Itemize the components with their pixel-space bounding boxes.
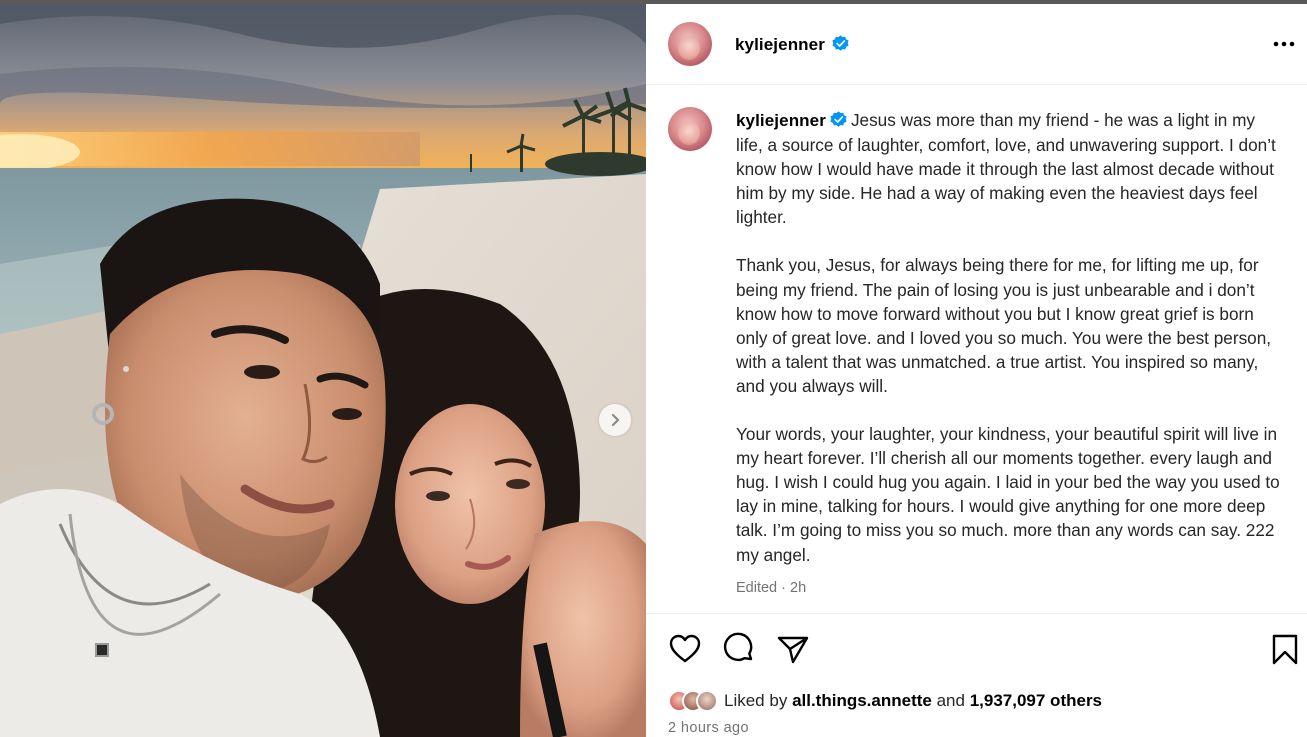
likes-text: Liked by all.things.annette and 1,937,09… bbox=[724, 691, 1102, 711]
verified-badge-icon bbox=[832, 35, 849, 51]
verified-badge-icon bbox=[830, 111, 847, 127]
caption-username[interactable]: kyliejenner bbox=[736, 111, 826, 130]
post-actions-bar bbox=[646, 632, 1307, 672]
post-timestamp[interactable]: 2 hours ago bbox=[668, 720, 749, 736]
chevron-right-icon bbox=[611, 413, 620, 427]
bookmark-icon[interactable] bbox=[1270, 632, 1300, 666]
photo-illustration bbox=[0, 4, 646, 737]
liked-by-user-link[interactable]: all.things.annette bbox=[792, 691, 932, 710]
liked-by-count-link[interactable]: 1,937,097 others bbox=[970, 691, 1102, 710]
next-photo-button[interactable] bbox=[599, 404, 631, 436]
comment-icon[interactable] bbox=[722, 632, 756, 666]
edited-time[interactable]: 2h bbox=[790, 580, 806, 596]
heart-icon[interactable] bbox=[668, 632, 702, 666]
caption-avatar[interactable] bbox=[668, 107, 712, 151]
post-photo[interactable] bbox=[0, 4, 646, 737]
likes-summary: Liked by all.things.annette and 1,937,09… bbox=[668, 688, 1102, 714]
edited-label: Edited · 2h bbox=[736, 580, 807, 596]
share-icon[interactable] bbox=[776, 632, 810, 666]
more-options-icon[interactable] bbox=[1270, 34, 1298, 54]
caption-paragraph-2: Thank you, Jesus, for always being there… bbox=[736, 255, 1272, 396]
post-author-username[interactable]: kyliejenner bbox=[735, 35, 825, 55]
caption-text: kyliejenner Jesus was more than my friend… bbox=[736, 108, 1284, 567]
post-header: kyliejenner bbox=[646, 4, 1307, 85]
liker-avatar[interactable] bbox=[696, 690, 718, 712]
caption-paragraph-3: Your words, your laughter, your kindness… bbox=[736, 424, 1280, 565]
caption-section: kyliejenner Jesus was more than my friend… bbox=[646, 86, 1307, 614]
avatar[interactable] bbox=[668, 22, 712, 66]
liked-by-and: and bbox=[936, 691, 965, 710]
post-detail-panel: kyliejenner kyliejenner Jesus was more th… bbox=[646, 4, 1307, 737]
edited-text: Edited bbox=[736, 580, 778, 596]
liked-by-prefix: Liked by bbox=[724, 691, 788, 710]
